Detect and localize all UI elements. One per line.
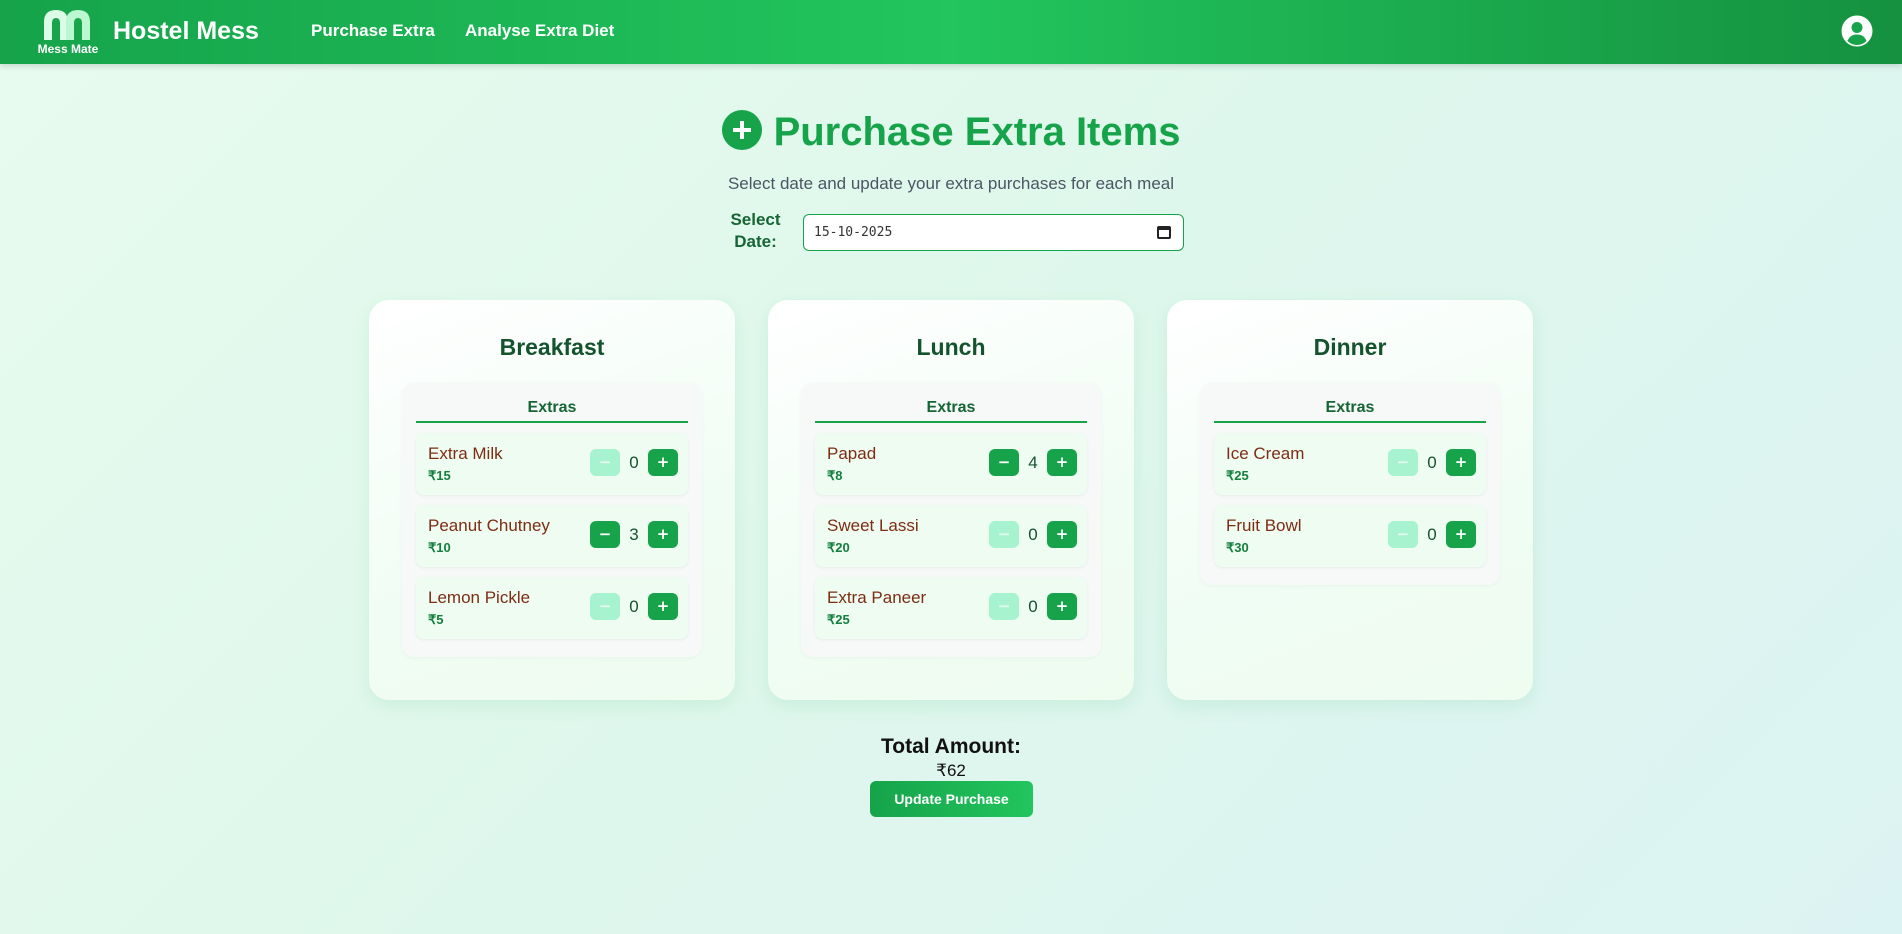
- date-label: Select Date:: [730, 210, 781, 251]
- item-price: ₹25: [827, 612, 850, 627]
- item-quantity: 4: [1028, 453, 1038, 472]
- extras-heading: Extras: [815, 399, 1087, 423]
- total-amount-label: Total Amount:: [881, 735, 1021, 758]
- nav-analyse-extra-diet[interactable]: Analyse Extra Diet: [465, 21, 614, 41]
- item-name: Extra Milk: [428, 444, 503, 463]
- item-quantity: 0: [1028, 597, 1038, 616]
- meal-card-dinner: Dinner Extras Ice Cream ₹25 − 0 + Fruit …: [1167, 300, 1533, 700]
- item-quantity: 0: [1028, 525, 1038, 544]
- extra-item: Ice Cream ₹25 − 0 +: [1214, 433, 1486, 495]
- decrement-button[interactable]: −: [989, 593, 1019, 620]
- page-title-text: Purchase Extra Items: [773, 110, 1181, 154]
- extras-section: Extras Papad ₹8 − 4 + Sweet Lassi ₹20 − …: [801, 383, 1101, 657]
- item-name: Extra Paneer: [827, 588, 927, 607]
- item-quantity: 0: [1427, 525, 1437, 544]
- item-quantity: 0: [1427, 453, 1437, 472]
- extra-item: Fruit Bowl ₹30 − 0 +: [1214, 505, 1486, 567]
- item-name: Fruit Bowl: [1226, 516, 1302, 535]
- update-purchase-button[interactable]: Update Purchase: [870, 781, 1033, 817]
- user-circle-icon[interactable]: [1841, 15, 1873, 47]
- extra-item: Extra Milk ₹15 − 0 +: [416, 433, 688, 495]
- extras-section: Extras Ice Cream ₹25 − 0 + Fruit Bowl ₹3…: [1200, 383, 1500, 585]
- extra-item: Peanut Chutney ₹10 − 3 +: [416, 505, 688, 567]
- nav-purchase-extra[interactable]: Purchase Extra: [311, 21, 435, 41]
- item-quantity: 0: [629, 453, 639, 472]
- decrement-button[interactable]: −: [1388, 449, 1418, 476]
- calendar-icon[interactable]: [1157, 226, 1171, 239]
- decrement-button[interactable]: −: [590, 593, 620, 620]
- item-price: ₹10: [428, 540, 451, 555]
- extras-heading: Extras: [1214, 399, 1486, 423]
- meal-title: Lunch: [916, 334, 986, 360]
- logo-m-icon: [44, 10, 90, 40]
- extra-item: Papad ₹8 − 4 +: [815, 433, 1087, 495]
- increment-button[interactable]: +: [1047, 521, 1077, 548]
- item-price: ₹30: [1226, 540, 1249, 555]
- item-name: Sweet Lassi: [827, 516, 919, 535]
- increment-button[interactable]: +: [648, 449, 678, 476]
- extras-section: Extras Extra Milk ₹15 − 0 + Peanut Chutn…: [402, 383, 702, 657]
- date-value: 15-10-2025: [814, 225, 893, 240]
- item-price: ₹15: [428, 468, 451, 483]
- extra-item: Sweet Lassi ₹20 − 0 +: [815, 505, 1087, 567]
- page-subtitle: Select date and update your extra purcha…: [727, 174, 1175, 193]
- meal-card-breakfast: Breakfast Extras Extra Milk ₹15 − 0 + Pe…: [369, 300, 735, 700]
- item-quantity: 3: [629, 525, 639, 544]
- logo-text: Mess Mate: [37, 42, 99, 56]
- meal-title: Breakfast: [499, 334, 605, 360]
- increment-button[interactable]: +: [648, 521, 678, 548]
- decrement-button[interactable]: −: [989, 521, 1019, 548]
- decrement-button[interactable]: −: [590, 521, 620, 548]
- extras-heading: Extras: [416, 399, 688, 423]
- item-name: Peanut Chutney: [428, 516, 550, 535]
- decrement-button[interactable]: −: [1388, 521, 1418, 548]
- page-title: Purchase Extra Items: [0, 110, 1902, 155]
- item-price: ₹8: [827, 468, 843, 483]
- meal-title: Dinner: [1313, 334, 1387, 360]
- increment-button[interactable]: +: [1446, 449, 1476, 476]
- increment-button[interactable]: +: [1047, 449, 1077, 476]
- item-quantity: 0: [629, 597, 639, 616]
- top-navbar: Mess Mate Hostel Mess Purchase Extra Ana…: [0, 0, 1902, 64]
- increment-button[interactable]: +: [1047, 593, 1077, 620]
- item-price: ₹20: [827, 540, 850, 555]
- total-amount-value: ₹62: [936, 761, 966, 780]
- item-name: Lemon Pickle: [428, 588, 531, 607]
- meal-card-lunch: Lunch Extras Papad ₹8 − 4 + Sweet Lassi …: [768, 300, 1134, 700]
- item-name: Papad: [827, 444, 877, 463]
- item-price: ₹5: [428, 612, 444, 627]
- extra-item: Extra Paneer ₹25 − 0 +: [815, 577, 1087, 639]
- item-name: Ice Cream: [1226, 444, 1305, 463]
- date-input[interactable]: 15-10-2025: [803, 214, 1184, 251]
- brand-title[interactable]: Hostel Mess: [113, 17, 259, 46]
- item-price: ₹25: [1226, 468, 1249, 483]
- increment-button[interactable]: +: [1446, 521, 1476, 548]
- decrement-button[interactable]: −: [590, 449, 620, 476]
- increment-button[interactable]: +: [648, 593, 678, 620]
- mess-mate-logo[interactable]: Mess Mate: [32, 6, 104, 58]
- decrement-button[interactable]: −: [989, 449, 1019, 476]
- plus-circle-icon: [721, 110, 762, 151]
- extra-item: Lemon Pickle ₹5 − 0 +: [416, 577, 688, 639]
